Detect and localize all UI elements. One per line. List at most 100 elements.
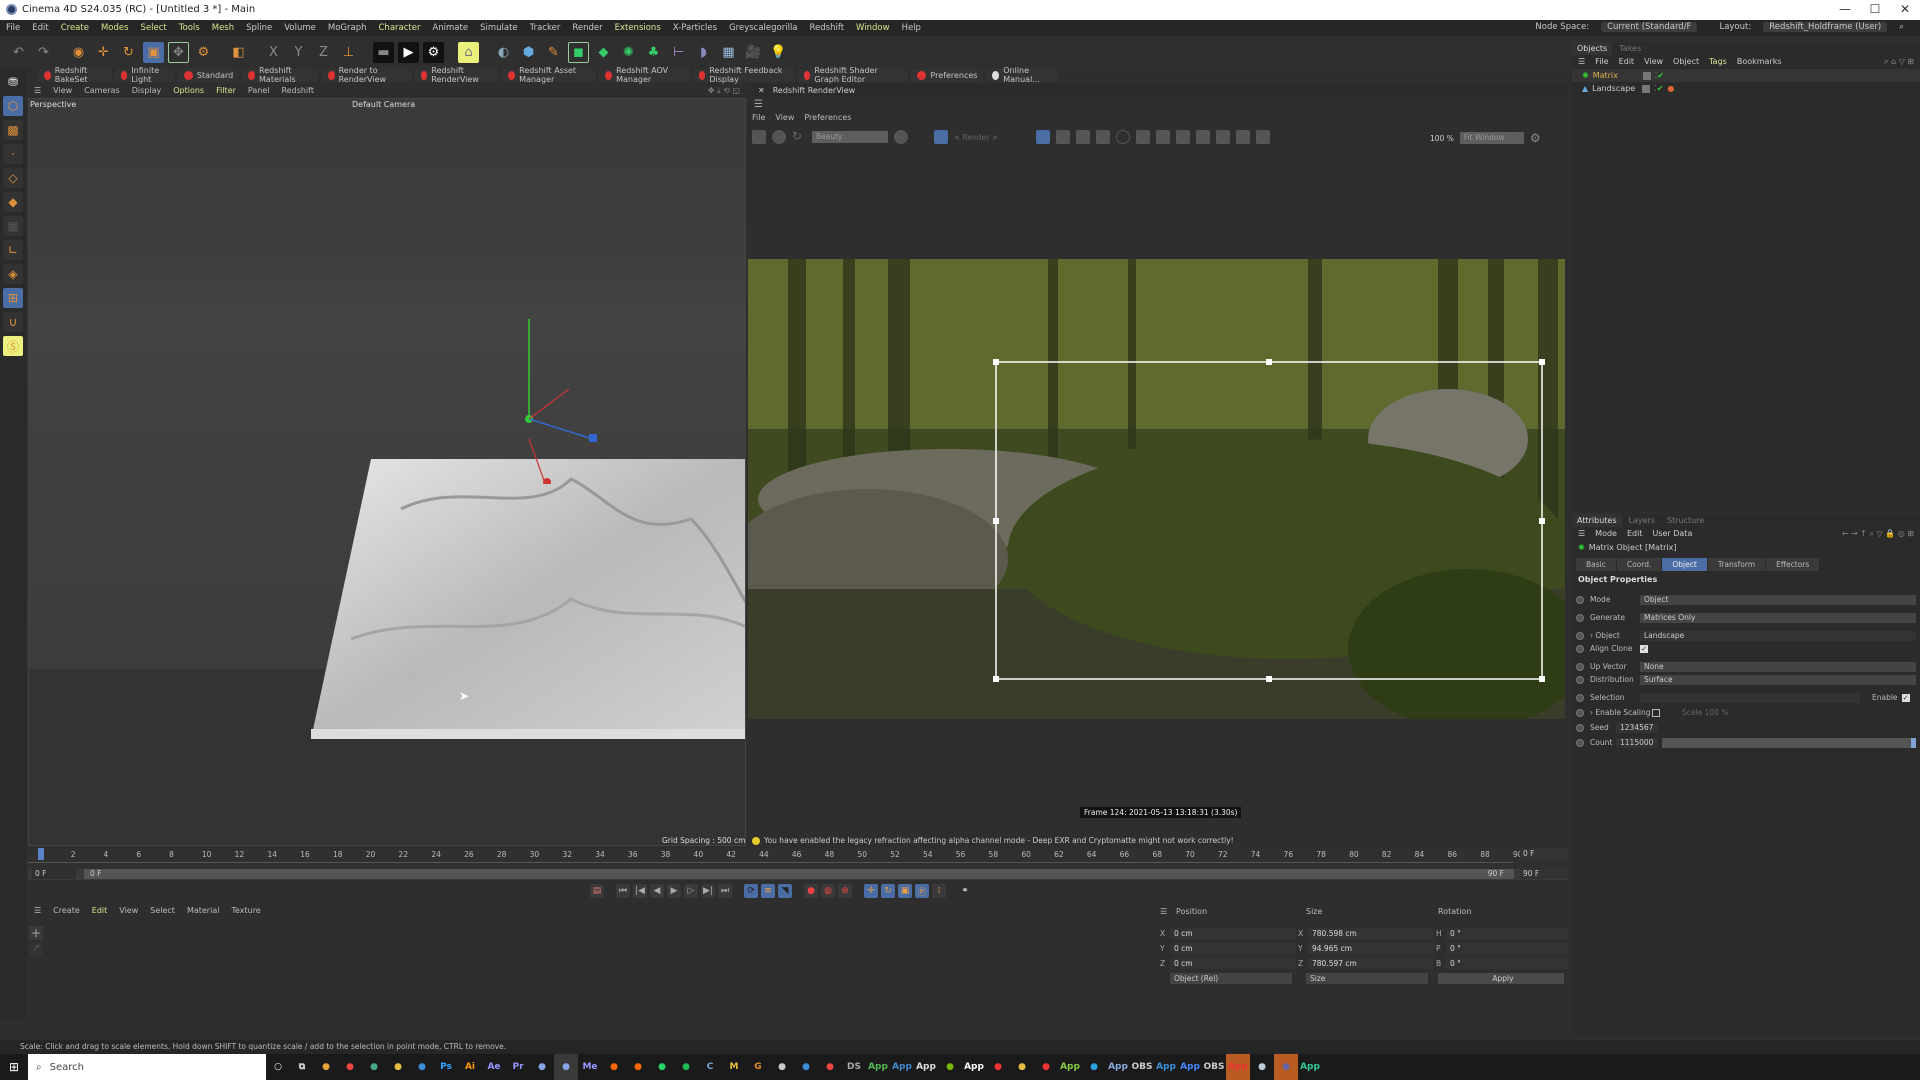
move-tool-icon[interactable]: ✛ (93, 42, 114, 63)
mat-menu-create[interactable]: Create (47, 906, 86, 915)
select-tool-icon[interactable]: ◉ (68, 42, 89, 63)
previous-frame-icon[interactable]: ◀ (650, 884, 664, 898)
mode-dropdown[interactable]: Object (1640, 594, 1916, 605)
taskbar-app-ai[interactable]: Ai (458, 1054, 482, 1080)
object-row-landscape[interactable]: ▲ Landscape ⁚✔ ● (1572, 82, 1920, 95)
animate-dot-icon[interactable] (1576, 723, 1584, 732)
size-z-field[interactable]: 780.597 cm (1308, 958, 1434, 969)
visibility-check-icon[interactable]: ⁚✔ (1655, 71, 1664, 80)
obj-menu-view[interactable]: View (1644, 57, 1663, 67)
vp-menu-cameras[interactable]: Cameras (78, 86, 126, 95)
timeline-end-right-field[interactable]: 0 F (1520, 849, 1568, 859)
taskbar-app-obs[interactable]: OBS (1130, 1054, 1154, 1080)
hamburger-icon[interactable]: ☰ (1578, 57, 1585, 67)
motion-system-icon[interactable]: ⚭ (958, 884, 972, 898)
windows-start-icon[interactable]: ⊞ (0, 1054, 28, 1080)
refresh-icon[interactable]: ↻ (792, 130, 806, 144)
add-material-icon[interactable]: + (29, 926, 43, 940)
animate-dot-icon[interactable] (1576, 631, 1584, 640)
rs-online-manual-button[interactable]: Online Manual... (986, 66, 1058, 84)
clapperboard-icon[interactable] (752, 130, 766, 144)
light-icon[interactable]: 💡 (768, 42, 789, 63)
polygon-mode-icon[interactable]: ◆ (3, 192, 23, 212)
rs-standard-button[interactable]: Standard (177, 68, 240, 82)
autokey-icon[interactable]: ◍ (821, 884, 835, 898)
go-to-end-icon[interactable]: ⏭ (718, 884, 732, 898)
count-slider[interactable] (1662, 737, 1916, 748)
taskbar-app-davinci[interactable]: ● (770, 1054, 794, 1080)
subtab-object[interactable]: Object (1662, 558, 1707, 571)
menu-file[interactable]: File (0, 23, 26, 33)
locked-workplane-icon[interactable]: ⊞ (3, 288, 23, 308)
taskbar-app-whatsapp[interactable]: ● (650, 1054, 674, 1080)
size-x-field[interactable]: 780.598 cm (1308, 928, 1434, 939)
camera-icon[interactable]: 🎥 (743, 42, 764, 63)
vp-menu-filter[interactable]: Filter (210, 86, 242, 95)
rotation-b-field[interactable]: 0 ° (1446, 958, 1568, 969)
animate-dot-icon[interactable] (1576, 738, 1584, 747)
vp-menu-redshift[interactable]: Redshift (276, 86, 320, 95)
taskbar-app-app[interactable]: App (962, 1054, 986, 1080)
layer-toggle[interactable] (1642, 84, 1651, 93)
animate-dot-icon[interactable] (1576, 595, 1584, 604)
rotation-h-field[interactable]: 0 ° (1446, 928, 1568, 939)
aov-dropdown[interactable]: Beauty (812, 131, 888, 143)
taskbar-search[interactable]: ⌕ Search (28, 1054, 266, 1080)
obj-menu-object[interactable]: Object (1673, 57, 1699, 67)
apply-button[interactable]: Apply (1438, 973, 1564, 984)
taskbar-app-pr[interactable]: Pr (506, 1054, 530, 1080)
grid-icon[interactable] (1056, 130, 1070, 144)
taskbar-app-houdini[interactable]: ● (602, 1054, 626, 1080)
add-icon[interactable] (1216, 130, 1230, 144)
taskbar-app-steam[interactable]: ● (1250, 1054, 1274, 1080)
animate-dot-icon[interactable] (1576, 675, 1584, 684)
vp-menu-options[interactable]: Options (167, 86, 210, 95)
environment-icon[interactable]: ▦ (718, 42, 739, 63)
model-mode-icon[interactable]: ⬡ (3, 96, 23, 116)
cube-icon[interactable]: ⬢ (518, 42, 539, 63)
render-picture-viewer-icon[interactable]: ▶ (398, 41, 419, 63)
transform-tool-icon[interactable]: ✥ (168, 41, 189, 63)
taskbar-app-me[interactable]: Me (578, 1054, 602, 1080)
position-z-field[interactable]: 0 cm (1170, 958, 1296, 969)
taskbar-app-ae[interactable]: Ae (482, 1054, 506, 1080)
edge-mode-icon[interactable]: ◇ (3, 168, 23, 188)
render-dropdown[interactable]: < Render > (954, 133, 1030, 142)
previous-key-icon[interactable]: |◀ (633, 884, 647, 898)
model-mode-icon[interactable]: ◧ (228, 42, 249, 63)
obj-menu-file[interactable]: File (1595, 57, 1608, 67)
key-rotation-icon[interactable]: ↻ (881, 884, 895, 898)
taskbar-app-app[interactable]: App (890, 1054, 914, 1080)
taskbar-app-houdini[interactable]: ● (626, 1054, 650, 1080)
subtab-basic[interactable]: Basic (1576, 558, 1616, 571)
align-clone-checkbox[interactable]: ✓ (1640, 644, 1648, 653)
menu-tracker[interactable]: Tracker (524, 23, 567, 33)
count-field[interactable]: 1115000 (1616, 737, 1658, 748)
fit-window-dropdown[interactable]: Fit Window (1459, 132, 1524, 144)
zoom-value[interactable]: 100 % (1430, 134, 1454, 143)
s-tool-icon[interactable]: Ⓢ (3, 336, 23, 356)
close-button[interactable]: ✕ (1890, 2, 1920, 16)
key-position-icon[interactable]: ✛ (864, 884, 878, 898)
taskbar-app-g[interactable]: G (746, 1054, 770, 1080)
obj-menu-tags[interactable]: Tags (1709, 57, 1727, 67)
rv-menu-preferences[interactable]: Preferences (804, 113, 851, 122)
renderview-hamburger-icon[interactable]: ☰ (754, 99, 763, 110)
deformer-icon[interactable]: ◆ (593, 42, 614, 63)
layer-toggle[interactable] (1642, 71, 1651, 80)
menu-animate[interactable]: Animate (426, 23, 474, 33)
taskbar-app-cinema-4d[interactable]: ● (530, 1054, 554, 1080)
animate-dot-icon[interactable] (1576, 644, 1584, 653)
taskbar-app-c[interactable]: C (698, 1054, 722, 1080)
range-slider[interactable]: 0 F 90 F (84, 869, 1514, 879)
taskbar-app-spotify[interactable]: ● (674, 1054, 698, 1080)
position-x-field[interactable]: 0 cm (1170, 928, 1296, 939)
viewport-nav-icons[interactable]: ✥ ⤓ ⟲ ◱ (702, 86, 746, 96)
rv-menu-file[interactable]: File (752, 113, 765, 122)
texture-mode-icon[interactable]: ▩ (3, 120, 23, 140)
rs-render-to-renderview-button[interactable]: Render to RenderView (321, 66, 412, 84)
snap-icon[interactable]: ∪ (3, 312, 23, 332)
rotate-tool-icon[interactable]: ↻ (118, 42, 139, 63)
taskbar-app-edge[interactable]: ● (794, 1054, 818, 1080)
sound-icon[interactable]: ◥ (778, 884, 792, 898)
